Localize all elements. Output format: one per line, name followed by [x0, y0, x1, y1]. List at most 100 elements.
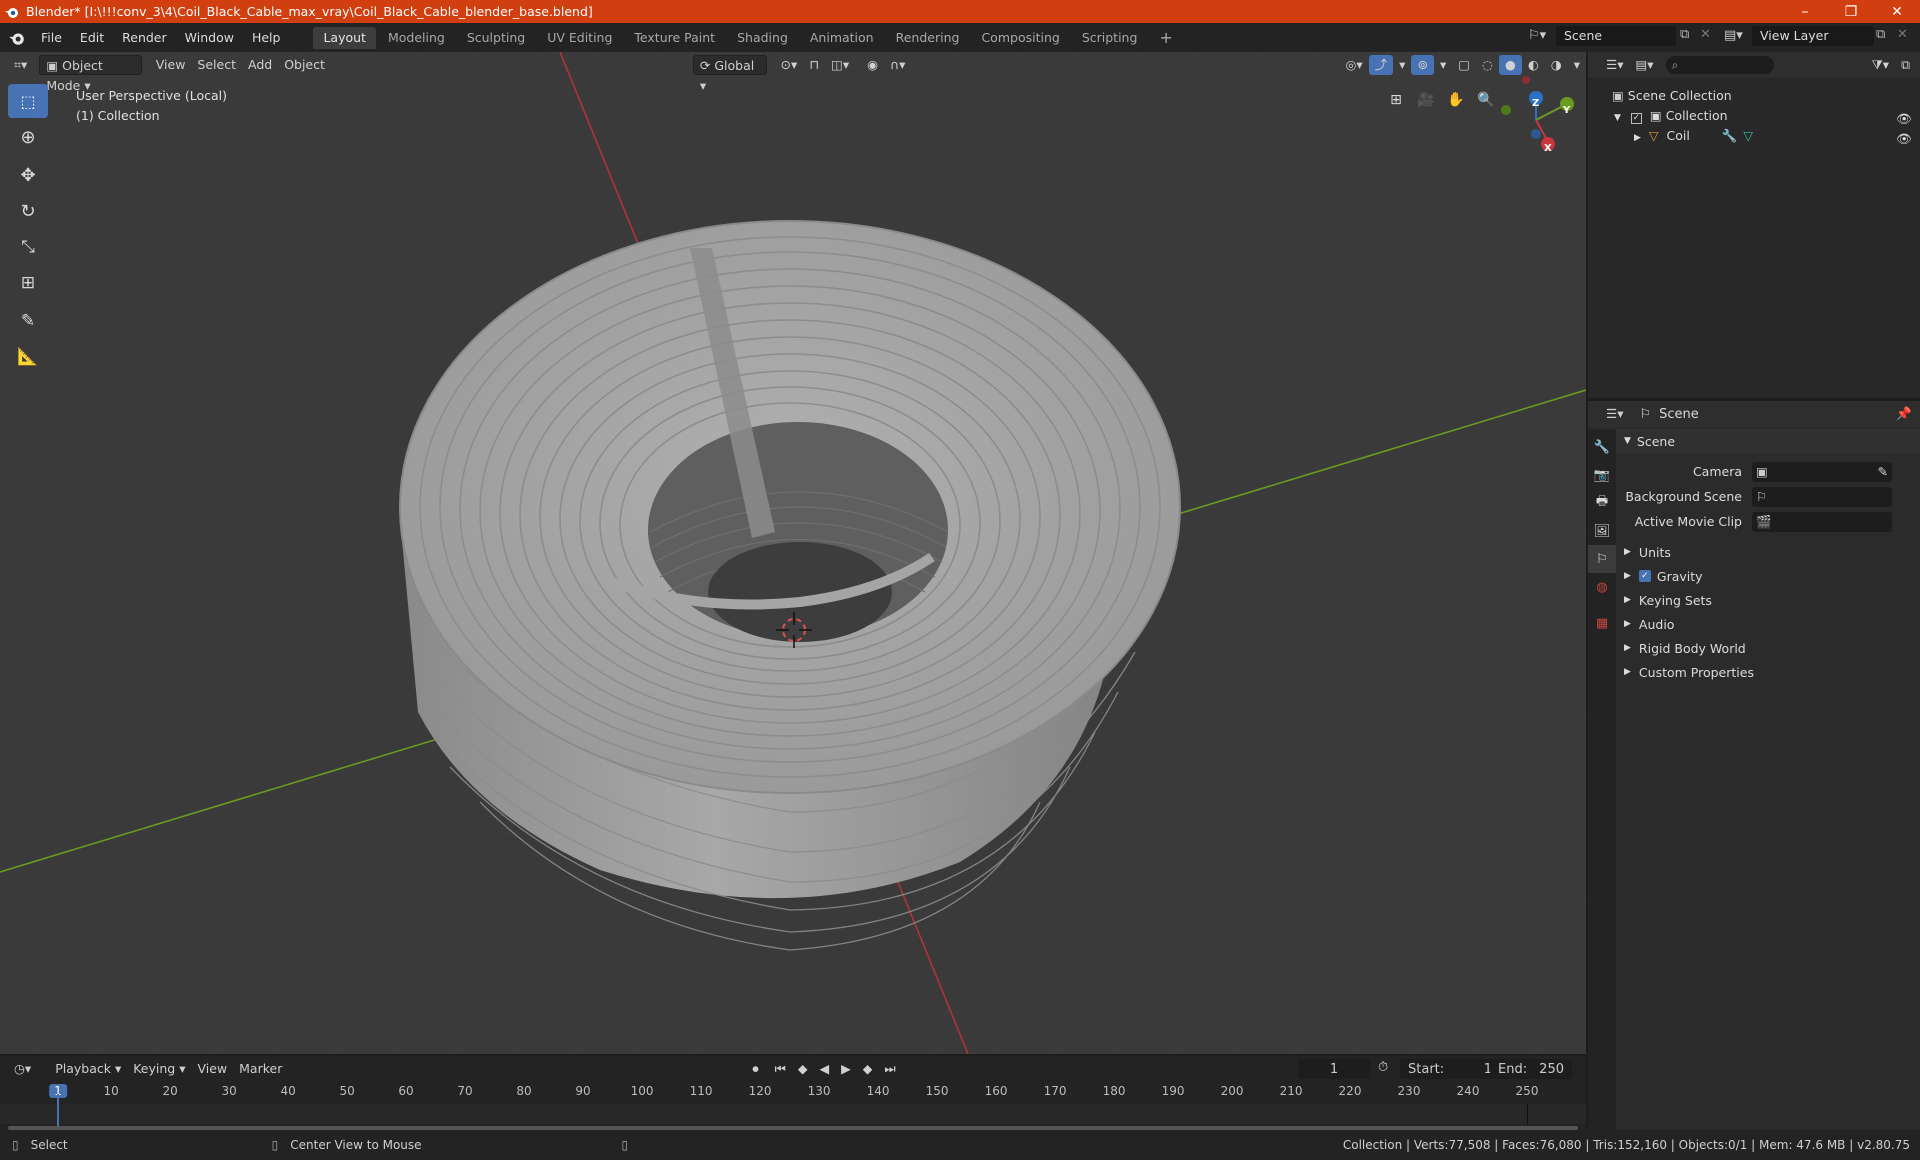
select-box-tool[interactable]: ⬚: [8, 84, 48, 118]
viewport-menu-select[interactable]: Select: [191, 55, 242, 75]
object-visibility-eye-icon[interactable]: 👁: [1896, 129, 1912, 146]
timeline-menu-view[interactable]: View: [191, 1059, 233, 1079]
tab-scene-icon[interactable]: ⚐: [1588, 545, 1616, 573]
tab-render-icon[interactable]: 📷: [1588, 461, 1616, 489]
overlay-toggle-icon[interactable]: ⊚: [1411, 55, 1434, 75]
gravity-checkbox[interactable]: ✓: [1638, 570, 1651, 582]
add-workspace-button[interactable]: +: [1149, 27, 1182, 49]
prev-keyframe-button[interactable]: ◆: [792, 1059, 814, 1079]
timeline-ruler[interactable]: 1 10 20 30 40 50 60 70 80 90 100 110 120 130 140 150 160…: [0, 1084, 1586, 1104]
view-layer-field[interactable]: View Layer: [1752, 26, 1874, 46]
visibility-icon[interactable]: ◎▾: [1339, 55, 1368, 75]
filter-icon[interactable]: ⧩▾: [1866, 55, 1895, 75]
play-button[interactable]: ▶: [835, 1059, 857, 1079]
outliner-scene-collection[interactable]: ▣ Scene Collection: [1588, 86, 1920, 106]
transform-orientation-selector[interactable]: ⟳ Global ▾: [692, 55, 767, 93]
tab-animation[interactable]: Animation: [800, 27, 884, 49]
auto-keying-clock-icon[interactable]: ⏱: [1378, 1060, 1388, 1075]
blender-menu-icon[interactable]: [8, 29, 26, 47]
playhead-line[interactable]: [57, 1094, 59, 1128]
play-reverse-button[interactable]: ◀: [814, 1059, 836, 1079]
movie-clip-field[interactable]: 🎬: [1752, 511, 1892, 532]
rotate-tool[interactable]: ↻: [8, 194, 48, 228]
view-layer-icon[interactable]: ▤▾: [1724, 28, 1743, 43]
viewport-menu-view[interactable]: View: [150, 55, 192, 75]
tab-output-icon[interactable]: 🖶: [1588, 489, 1616, 517]
new-scene-icon[interactable]: ⧉: [1680, 27, 1689, 42]
mode-selector[interactable]: ▣ Object Mode ▾: [39, 55, 142, 93]
toggle-grid-icon[interactable]: ⊞: [1384, 88, 1408, 112]
timeline-menu-playback[interactable]: Playback ▾: [49, 1059, 127, 1079]
snap-target-icon[interactable]: ◫▾: [825, 55, 855, 75]
custom-properties-panel[interactable]: ▶ Custom Properties: [1616, 660, 1920, 684]
restore-button[interactable]: ❐: [1828, 0, 1874, 23]
scene-selector-icon[interactable]: ⚐▾: [1528, 28, 1546, 43]
outliner-object-coil[interactable]: ▶ ▽ Coil 🔧 ▽ 👁: [1588, 126, 1920, 146]
falloff-icon[interactable]: ∩▾: [884, 55, 911, 75]
timeline-editor-type-icon[interactable]: ◷▾: [8, 1059, 37, 1079]
tab-layout[interactable]: Layout: [313, 26, 376, 49]
delete-view-layer-icon[interactable]: ✕: [1897, 27, 1908, 42]
shading-dropdown-icon[interactable]: ▾: [1568, 55, 1586, 75]
tab-scripting[interactable]: Scripting: [1072, 27, 1148, 49]
expand-arrow-icon[interactable]: ▶: [1634, 133, 1641, 143]
menu-window[interactable]: Window: [176, 23, 243, 52]
keying-sets-panel[interactable]: ▶ Keying Sets: [1616, 588, 1920, 612]
jump-end-button[interactable]: ⏭: [878, 1059, 901, 1079]
start-frame-field[interactable]: Start: 1: [1400, 1059, 1500, 1079]
timeline-track[interactable]: [0, 1104, 1586, 1124]
menu-edit[interactable]: Edit: [71, 23, 113, 52]
eyedropper-icon[interactable]: ✎: [1878, 464, 1888, 479]
proportional-edit-icon[interactable]: ◉: [861, 55, 884, 75]
tab-texture-icon[interactable]: ▦: [1588, 609, 1616, 637]
timeline-menu-marker[interactable]: Marker: [233, 1059, 288, 1079]
gizmo-dropdown-icon[interactable]: ▾: [1393, 55, 1411, 75]
current-frame-field[interactable]: 1: [1298, 1059, 1370, 1079]
new-collection-icon[interactable]: ⧉: [1895, 55, 1916, 75]
next-keyframe-button[interactable]: ◆: [857, 1059, 879, 1079]
scene-name-field[interactable]: Scene: [1556, 26, 1676, 46]
viewport-canvas[interactable]: [0, 52, 1586, 1054]
gizmo-toggle-icon[interactable]: ⤴: [1368, 55, 1394, 75]
overlay-dropdown-icon[interactable]: ▾: [1434, 55, 1452, 75]
scale-tool[interactable]: ⤡: [8, 230, 48, 264]
pivot-point-icon[interactable]: ⊙▾: [775, 55, 804, 75]
units-panel[interactable]: ▶ Units: [1616, 540, 1920, 564]
outliner-editor-type-icon[interactable]: ☰▾: [1600, 55, 1629, 75]
pan-hand-icon[interactable]: ✋: [1444, 88, 1468, 112]
rendered-shading-icon[interactable]: ◑: [1545, 55, 1568, 75]
tab-view-layer-icon[interactable]: 🖼: [1588, 517, 1616, 545]
transform-tool[interactable]: ⊞: [8, 266, 48, 300]
display-mode-icon[interactable]: ▤▾: [1629, 55, 1659, 75]
timeline-menu-keying[interactable]: Keying ▾: [127, 1059, 191, 1079]
camera-view-icon[interactable]: 🎥: [1414, 88, 1438, 112]
menu-file[interactable]: File: [32, 23, 71, 52]
3d-viewport[interactable]: [0, 52, 1586, 1054]
annotate-tool[interactable]: ✎: [8, 304, 48, 338]
minimize-button[interactable]: –: [1782, 0, 1828, 23]
tab-shading[interactable]: Shading: [727, 27, 798, 49]
editor-type-button[interactable]: ⌗▾: [8, 55, 33, 75]
outliner-search-field[interactable]: ⌕: [1665, 56, 1774, 74]
tab-rendering[interactable]: Rendering: [886, 27, 970, 49]
jump-start-button[interactable]: ⏮: [769, 1059, 792, 1079]
tab-compositing[interactable]: Compositing: [971, 27, 1069, 49]
xray-icon[interactable]: ▢: [1452, 55, 1476, 75]
material-shading-icon[interactable]: ◐: [1522, 55, 1545, 75]
solid-shading-icon[interactable]: ●: [1498, 55, 1522, 75]
tab-texture-paint[interactable]: Texture Paint: [624, 27, 725, 49]
zoom-icon[interactable]: 🔍: [1474, 88, 1498, 112]
viewport-menu-object[interactable]: Object: [278, 55, 331, 75]
delete-scene-icon[interactable]: ✕: [1700, 27, 1711, 42]
close-button[interactable]: ✕: [1874, 0, 1920, 23]
camera-field[interactable]: ▣ ✎: [1752, 461, 1892, 482]
scene-panel-header[interactable]: ▼ Scene: [1616, 429, 1920, 453]
properties-editor-type-icon[interactable]: ☰▾: [1600, 404, 1629, 424]
end-frame-field[interactable]: End: 250: [1490, 1059, 1572, 1079]
collection-checkbox[interactable]: ✓: [1630, 113, 1642, 124]
viewport-menu-add[interactable]: Add: [242, 55, 278, 75]
move-tool[interactable]: ✥: [8, 158, 48, 192]
tab-tool-icon[interactable]: 🔧: [1588, 433, 1616, 461]
menu-render[interactable]: Render: [113, 23, 176, 52]
rigid-body-panel[interactable]: ▶ Rigid Body World: [1616, 636, 1920, 660]
